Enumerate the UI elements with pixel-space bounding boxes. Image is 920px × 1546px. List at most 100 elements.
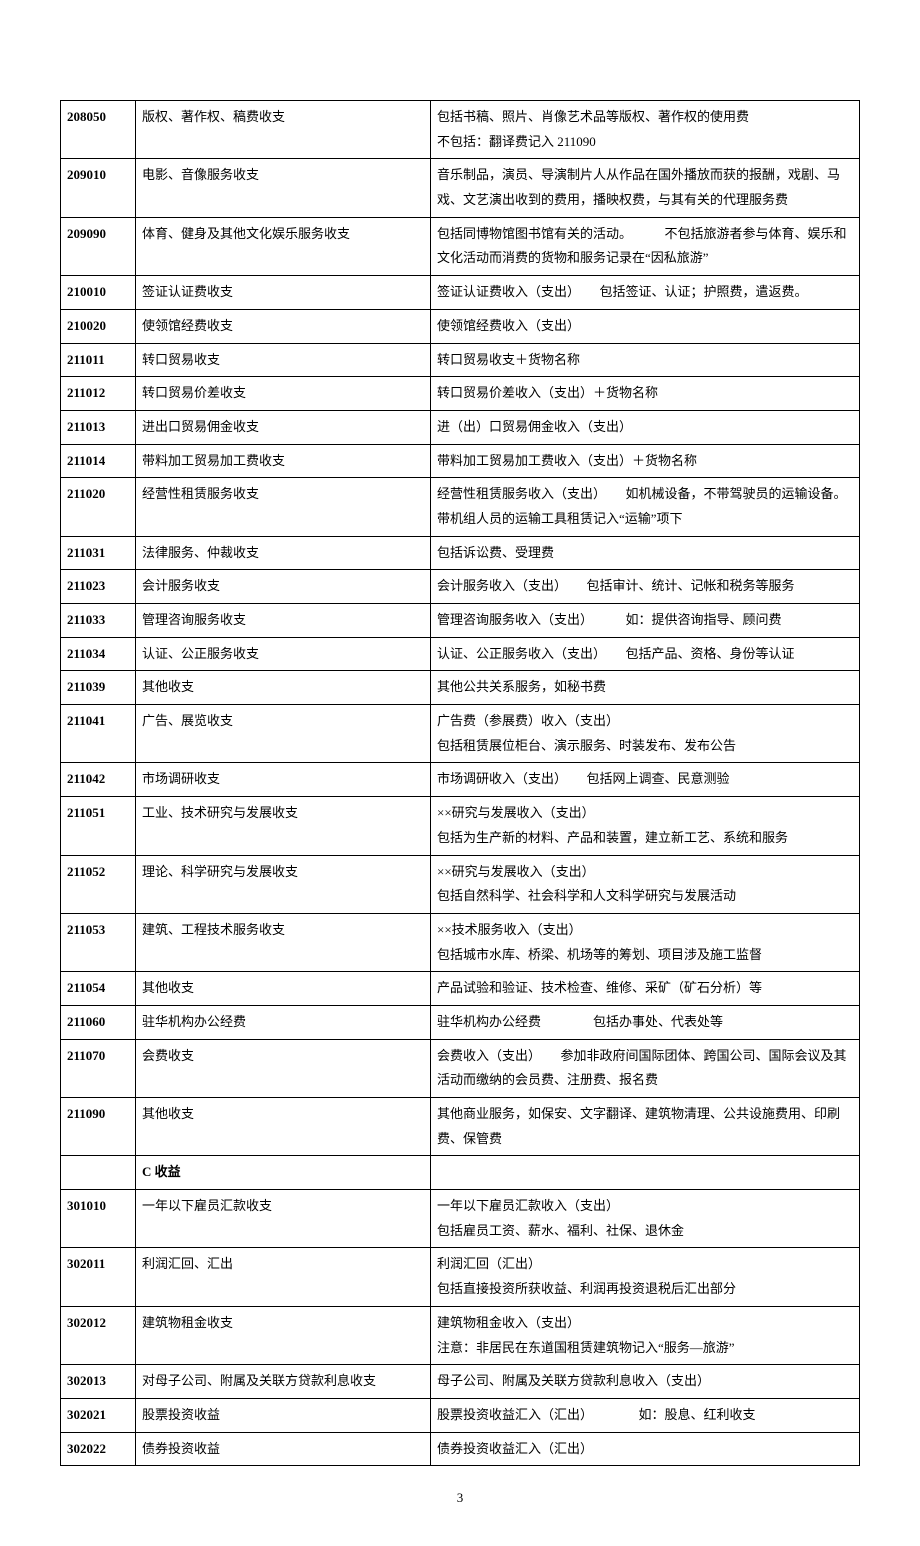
name-cell: 股票投资收益 bbox=[136, 1398, 431, 1432]
code-cell: 211034 bbox=[61, 637, 136, 671]
desc-cell: 股票投资收益汇入（汇出） 如：股息、红利收支 bbox=[431, 1398, 860, 1432]
code-cell: 302022 bbox=[61, 1432, 136, 1466]
code-cell: 211011 bbox=[61, 343, 136, 377]
desc-cell: ××技术服务收入（支出） 包括城市水库、桥梁、机场等的筹划、项目涉及施工监督 bbox=[431, 913, 860, 971]
table-row: 211020经营性租赁服务收支经营性租赁服务收入（支出） 如机械设备，不带驾驶员… bbox=[61, 478, 860, 536]
name-cell: 债券投资收益 bbox=[136, 1432, 431, 1466]
code-cell: 211052 bbox=[61, 855, 136, 913]
table-row: 302011利润汇回、汇出利润汇回（汇出） 包括直接投资所获收益、利润再投资退税… bbox=[61, 1248, 860, 1306]
code-cell: 211070 bbox=[61, 1039, 136, 1097]
code-cell: 209090 bbox=[61, 217, 136, 275]
name-cell: 利润汇回、汇出 bbox=[136, 1248, 431, 1306]
name-cell: 工业、技术研究与发展收支 bbox=[136, 797, 431, 855]
name-cell: 驻华机构办公经费 bbox=[136, 1005, 431, 1039]
code-cell: 211041 bbox=[61, 705, 136, 763]
name-cell: 经营性租赁服务收支 bbox=[136, 478, 431, 536]
desc-cell: ××研究与发展收入（支出） 包括为生产新的材料、产品和装置，建立新工艺、系统和服… bbox=[431, 797, 860, 855]
code-cell: 211014 bbox=[61, 444, 136, 478]
desc-cell: 包括诉讼费、受理费 bbox=[431, 536, 860, 570]
desc-cell: 其他商业服务，如保安、文字翻译、建筑物清理、公共设施费用、印刷费、保管费 bbox=[431, 1098, 860, 1156]
code-cell: 211031 bbox=[61, 536, 136, 570]
code-cell: 302013 bbox=[61, 1365, 136, 1399]
code-cell: 211042 bbox=[61, 763, 136, 797]
table-row: 302022债券投资收益债券投资收益汇入（汇出） bbox=[61, 1432, 860, 1466]
name-cell: 建筑、工程技术服务收支 bbox=[136, 913, 431, 971]
code-cell: 208050 bbox=[61, 101, 136, 159]
desc-cell: 进（出）口贸易佣金收入（支出） bbox=[431, 410, 860, 444]
code-cell: 210020 bbox=[61, 309, 136, 343]
name-cell: 其他收支 bbox=[136, 671, 431, 705]
code-cell: 211060 bbox=[61, 1005, 136, 1039]
code-cell: 301010 bbox=[61, 1190, 136, 1248]
desc-cell: 会费收入（支出） 参加非政府间国际团体、跨国公司、国际会议及其活动而缴纳的会员费… bbox=[431, 1039, 860, 1097]
desc-cell: 包括书稿、照片、肖像艺术品等版权、著作权的使用费 不包括：翻译费记入 21109… bbox=[431, 101, 860, 159]
name-cell: 广告、展览收支 bbox=[136, 705, 431, 763]
table-row: 211070会费收支会费收入（支出） 参加非政府间国际团体、跨国公司、国际会议及… bbox=[61, 1039, 860, 1097]
name-cell: 其他收支 bbox=[136, 972, 431, 1006]
table-row: 211090其他收支其他商业服务，如保安、文字翻译、建筑物清理、公共设施费用、印… bbox=[61, 1098, 860, 1156]
name-cell: 转口贸易收支 bbox=[136, 343, 431, 377]
table-row: 211013进出口贸易佣金收支进（出）口贸易佣金收入（支出） bbox=[61, 410, 860, 444]
name-cell: 电影、音像服务收支 bbox=[136, 159, 431, 217]
name-cell: 进出口贸易佣金收支 bbox=[136, 410, 431, 444]
desc-cell: 转口贸易价差收入（支出）＋货物名称 bbox=[431, 377, 860, 411]
name-cell: 理论、科学研究与发展收支 bbox=[136, 855, 431, 913]
table-row: 301010一年以下雇员汇款收支一年以下雇员汇款收入（支出） 包括雇员工资、薪水… bbox=[61, 1190, 860, 1248]
desc-cell: 市场调研收入（支出） 包括网上调查、民意测验 bbox=[431, 763, 860, 797]
desc-cell: 其他公共关系服务，如秘书费 bbox=[431, 671, 860, 705]
desc-cell bbox=[431, 1156, 860, 1190]
desc-cell: 音乐制品，演员、导演制片人从作品在国外播放而获的报酬，戏剧、马戏、文艺演出收到的… bbox=[431, 159, 860, 217]
table-row: C 收益 bbox=[61, 1156, 860, 1190]
name-cell: 使领馆经费收支 bbox=[136, 309, 431, 343]
code-table: 208050版权、著作权、稿费收支包括书稿、照片、肖像艺术品等版权、著作权的使用… bbox=[60, 100, 860, 1466]
name-cell: 带料加工贸易加工费收支 bbox=[136, 444, 431, 478]
page-number: 3 bbox=[60, 1490, 860, 1506]
table-row: 211033管理咨询服务收支管理咨询服务收入（支出） 如：提供咨询指导、顾问费 bbox=[61, 604, 860, 638]
desc-cell: 母子公司、附属及关联方贷款利息收入（支出） bbox=[431, 1365, 860, 1399]
desc-cell: 使领馆经费收入（支出） bbox=[431, 309, 860, 343]
desc-cell: 管理咨询服务收入（支出） 如：提供咨询指导、顾问费 bbox=[431, 604, 860, 638]
table-row: 211052理论、科学研究与发展收支××研究与发展收入（支出） 包括自然科学、社… bbox=[61, 855, 860, 913]
name-cell: 建筑物租金收支 bbox=[136, 1306, 431, 1364]
desc-cell: 利润汇回（汇出） 包括直接投资所获收益、利润再投资退税后汇出部分 bbox=[431, 1248, 860, 1306]
code-cell: 210010 bbox=[61, 276, 136, 310]
table-row: 211014带料加工贸易加工费收支带料加工贸易加工费收入（支出）＋货物名称 bbox=[61, 444, 860, 478]
table-row: 211039其他收支其他公共关系服务，如秘书费 bbox=[61, 671, 860, 705]
code-cell: 211012 bbox=[61, 377, 136, 411]
name-cell: 市场调研收支 bbox=[136, 763, 431, 797]
name-cell: 一年以下雇员汇款收支 bbox=[136, 1190, 431, 1248]
table-row: 302013对母子公司、附属及关联方贷款利息收支母子公司、附属及关联方贷款利息收… bbox=[61, 1365, 860, 1399]
desc-cell: ××研究与发展收入（支出） 包括自然科学、社会科学和人文科学研究与发展活动 bbox=[431, 855, 860, 913]
code-cell bbox=[61, 1156, 136, 1190]
name-cell: 法律服务、仲裁收支 bbox=[136, 536, 431, 570]
name-cell: C 收益 bbox=[136, 1156, 431, 1190]
name-cell: 会费收支 bbox=[136, 1039, 431, 1097]
name-cell: 其他收支 bbox=[136, 1098, 431, 1156]
desc-cell: 建筑物租金收入（支出） 注意：非居民在东道国租赁建筑物记入“服务—旅游” bbox=[431, 1306, 860, 1364]
code-cell: 211020 bbox=[61, 478, 136, 536]
code-cell: 211090 bbox=[61, 1098, 136, 1156]
name-cell: 对母子公司、附属及关联方贷款利息收支 bbox=[136, 1365, 431, 1399]
code-cell: 211033 bbox=[61, 604, 136, 638]
desc-cell: 转口贸易收支＋货物名称 bbox=[431, 343, 860, 377]
desc-cell: 会计服务收入（支出） 包括审计、统计、记帐和税务等服务 bbox=[431, 570, 860, 604]
code-cell: 211053 bbox=[61, 913, 136, 971]
desc-cell: 产品试验和验证、技术检查、维修、采矿（矿石分析）等 bbox=[431, 972, 860, 1006]
name-cell: 版权、著作权、稿费收支 bbox=[136, 101, 431, 159]
desc-cell: 驻华机构办公经费 包括办事处、代表处等 bbox=[431, 1005, 860, 1039]
code-cell: 302011 bbox=[61, 1248, 136, 1306]
code-cell: 211023 bbox=[61, 570, 136, 604]
table-row: 209090体育、健身及其他文化娱乐服务收支包括同博物馆图书馆有关的活动。 不包… bbox=[61, 217, 860, 275]
desc-cell: 一年以下雇员汇款收入（支出） 包括雇员工资、薪水、福利、社保、退休金 bbox=[431, 1190, 860, 1248]
name-cell: 转口贸易价差收支 bbox=[136, 377, 431, 411]
desc-cell: 债券投资收益汇入（汇出） bbox=[431, 1432, 860, 1466]
code-cell: 302021 bbox=[61, 1398, 136, 1432]
table-row: 209010电影、音像服务收支音乐制品，演员、导演制片人从作品在国外播放而获的报… bbox=[61, 159, 860, 217]
desc-cell: 签证认证费收入（支出） 包括签证、认证；护照费，遣返费。 bbox=[431, 276, 860, 310]
desc-cell: 认证、公正服务收入（支出） 包括产品、资格、身份等认证 bbox=[431, 637, 860, 671]
table-row: 211051工业、技术研究与发展收支××研究与发展收入（支出） 包括为生产新的材… bbox=[61, 797, 860, 855]
table-row: 302021股票投资收益股票投资收益汇入（汇出） 如：股息、红利收支 bbox=[61, 1398, 860, 1432]
table-row: 211034认证、公正服务收支认证、公正服务收入（支出） 包括产品、资格、身份等… bbox=[61, 637, 860, 671]
table-row: 211053建筑、工程技术服务收支××技术服务收入（支出） 包括城市水库、桥梁、… bbox=[61, 913, 860, 971]
table-row: 210020使领馆经费收支使领馆经费收入（支出） bbox=[61, 309, 860, 343]
